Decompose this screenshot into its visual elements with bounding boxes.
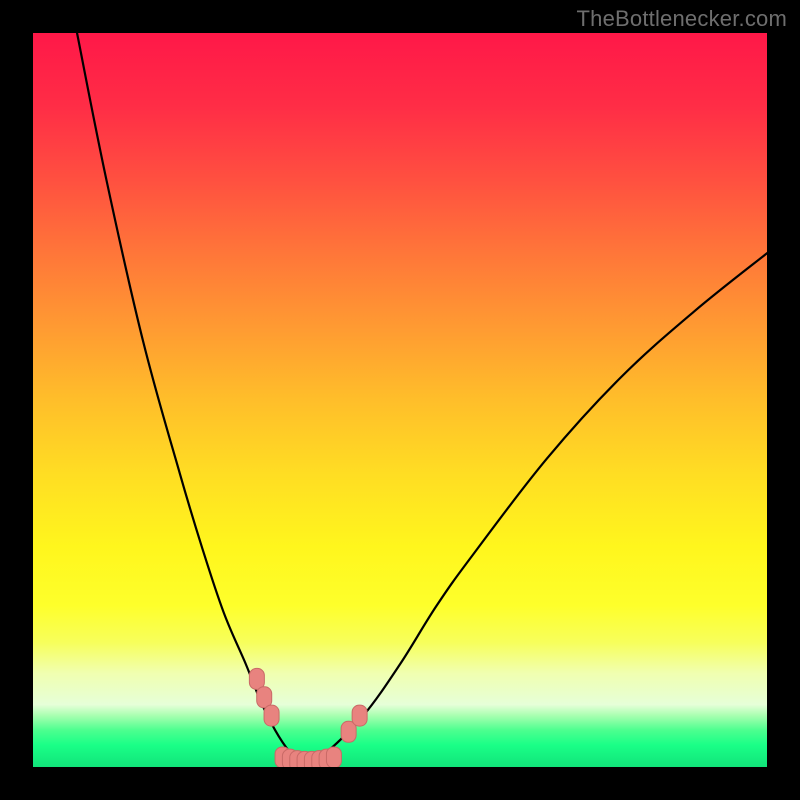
chart-frame: TheBottlenecker.com — [0, 0, 800, 800]
valley-marker — [257, 687, 272, 708]
valley-marker — [326, 747, 341, 767]
plot-area — [33, 33, 767, 767]
curve-right-branch — [305, 253, 767, 767]
valley-marker — [249, 668, 264, 689]
valley-marker — [352, 705, 367, 726]
curve-left-branch — [77, 33, 305, 767]
watermark-text: TheBottlenecker.com — [577, 6, 787, 32]
curve-layer — [33, 33, 767, 767]
valley-marker — [264, 705, 279, 726]
valley-markers — [249, 668, 367, 767]
